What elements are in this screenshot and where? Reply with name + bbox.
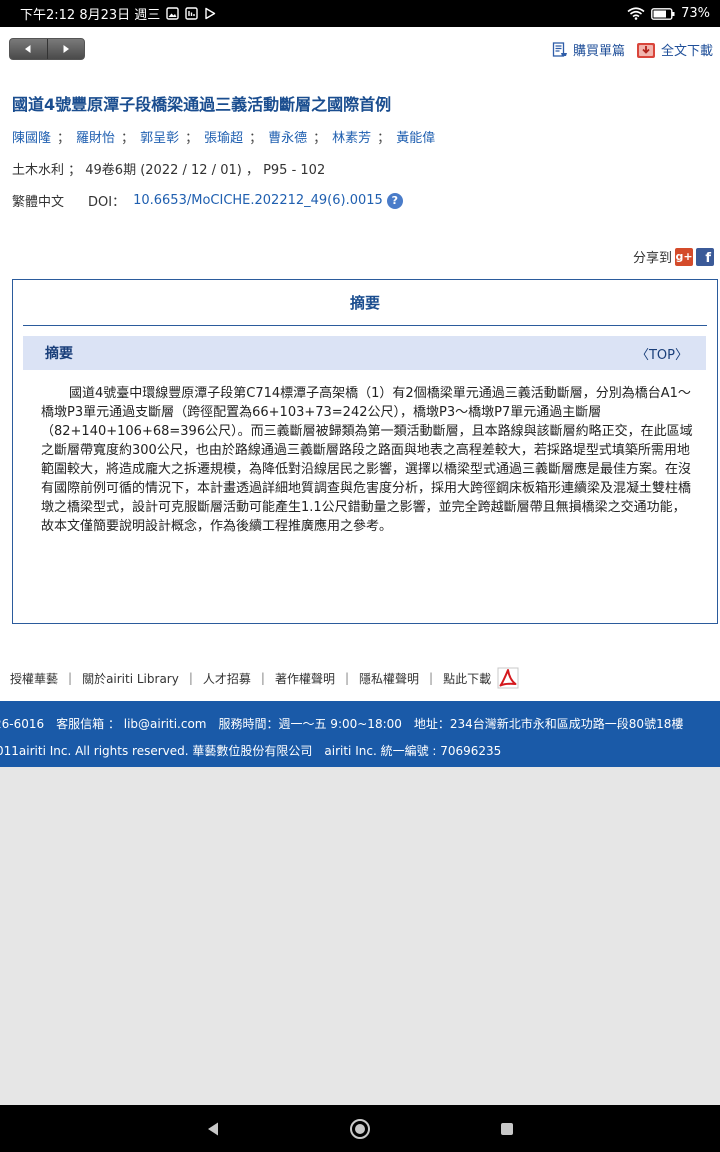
author-separator: ；	[313, 131, 327, 146]
author-separator: ；	[249, 131, 263, 146]
adobe-reader-icon[interactable]	[497, 667, 519, 689]
toolbar: 購買單篇 全文下載	[0, 27, 720, 73]
signal-notification-icon	[185, 7, 198, 20]
google-plus-icon[interactable]: g+	[675, 247, 693, 266]
author-link[interactable]: 黃能偉	[396, 127, 435, 146]
abstract-heading: 摘要	[349, 294, 380, 312]
author-separator: ；	[57, 131, 71, 146]
footer-link-download[interactable]: 點此下載	[443, 670, 491, 687]
article-page: 購買單篇 全文下載 國道4號豐原潭子段橋梁通過三義活動斷層之國際首例 陳國隆 ； …	[0, 27, 720, 767]
battery-icon	[651, 7, 675, 20]
footer-link-privacy[interactable]: 隱私權聲明	[359, 670, 419, 687]
recents-square-icon	[500, 1122, 513, 1135]
language-doi-row: 繁體中文 DOI： 10.6653/MoCICHE.202212_49(6).0…	[12, 191, 403, 210]
footer-separator: |	[429, 671, 434, 685]
previous-button[interactable]	[10, 39, 47, 59]
doi-link[interactable]: 10.6653/MoCICHE.202212_49(6).0015	[133, 193, 383, 208]
abstract-panel: 摘要 摘要 〈TOP〉 國道4號臺中環線豐原潭子段第C714標潭子高架橋（1）有…	[12, 279, 718, 624]
recents-nav-button[interactable]	[487, 1109, 527, 1149]
footer-contact: 26-6016 客服信箱 ： lib@airiti.com 服務時間：週一～五 …	[0, 717, 684, 731]
footer-separator: |	[188, 671, 193, 685]
footer-link-about[interactable]: 關於airiti Library	[82, 670, 179, 687]
download-icon	[637, 42, 655, 58]
help-icon[interactable]: ?	[386, 192, 403, 209]
next-button[interactable]	[46, 39, 85, 59]
author-link[interactable]: 張瑜超	[204, 127, 243, 146]
abstract-divider	[23, 325, 707, 326]
share-row: 分享到 g+ f	[633, 247, 714, 266]
download-label: 全文下載	[661, 44, 714, 59]
language-label: 繁體中文	[12, 195, 65, 210]
facebook-icon[interactable]: f	[696, 247, 714, 266]
wifi-icon	[627, 7, 645, 20]
footer-copyright: 011airiti Inc. All rights reserved. 華藝數位…	[0, 744, 502, 758]
home-circle-icon	[349, 1118, 370, 1139]
abstract-section-label: 摘要	[45, 346, 73, 362]
author-link[interactable]: 曹永德	[268, 127, 307, 146]
footer-link-careers[interactable]: 人才招募	[203, 670, 251, 687]
footer-bar: 26-6016 客服信箱 ： lib@airiti.com 服務時間：週一～五 …	[0, 701, 720, 767]
author-separator: ；	[185, 131, 199, 146]
full-text-download-link[interactable]: 全文下載	[636, 40, 713, 59]
abstract-text: 國道4號臺中環線豐原潭子段第C714標潭子高架橋（1）有2個橋梁單元通過三義活動…	[41, 386, 693, 534]
author-link[interactable]: 陳國隆	[12, 127, 51, 146]
back-to-top-link[interactable]: 〈TOP〉	[636, 344, 688, 363]
author-link[interactable]: 郭呈彰	[140, 127, 179, 146]
footer-links: 授權華藝 | 關於airiti Library | 人才招募 | 著作權聲明 | 隱私權…	[10, 667, 519, 689]
buy-label: 購買單篇	[573, 44, 626, 59]
author-link[interactable]: 林素芳	[332, 127, 371, 146]
arrow-right-icon	[63, 45, 69, 53]
back-nav-button[interactable]	[193, 1109, 233, 1149]
footer-separator: |	[68, 671, 73, 685]
share-label: 分享到	[632, 251, 672, 266]
footer-link-copyright[interactable]: 著作權聲明	[275, 670, 335, 687]
doi-label: DOI：	[88, 195, 126, 210]
abstract-section-bar: 摘要 〈TOP〉	[23, 336, 706, 370]
author-separator: ；	[121, 131, 135, 146]
status-time: 下午2:12 8月23日 週三	[20, 8, 161, 23]
play-store-icon	[204, 7, 216, 20]
author-link[interactable]: 羅財怡	[76, 127, 115, 146]
nav-arrows	[9, 38, 85, 60]
footer-separator: |	[344, 671, 350, 685]
document-cart-icon	[552, 41, 567, 57]
author-separator: ；	[377, 131, 391, 146]
back-triangle-icon	[208, 1122, 219, 1135]
buy-single-article-link[interactable]: 購買單篇	[552, 40, 625, 59]
photo-notification-icon	[166, 7, 179, 20]
footer-link-license[interactable]: 授權華藝	[10, 670, 58, 687]
author-list: 陳國隆 ； 羅財怡 ； 郭呈彰 ； 張瑜超 ； 曹永德 ； 林素芳 ； 黃能偉	[12, 127, 435, 146]
system-navigation-bar	[0, 1105, 720, 1152]
battery-level: 73%	[681, 6, 710, 21]
article-title: 國道4號豐原潭子段橋梁通過三義活動斷層之國際首例	[12, 95, 392, 114]
publication-meta: 土木水利 ； 49卷6期 (2022 / 12 / 01) ， P95 - 10…	[12, 163, 326, 178]
arrow-left-icon	[25, 45, 31, 53]
footer-separator: |	[260, 671, 265, 685]
home-nav-button[interactable]	[340, 1109, 380, 1149]
status-bar: 下午2:12 8月23日 週三 73%	[0, 0, 720, 27]
